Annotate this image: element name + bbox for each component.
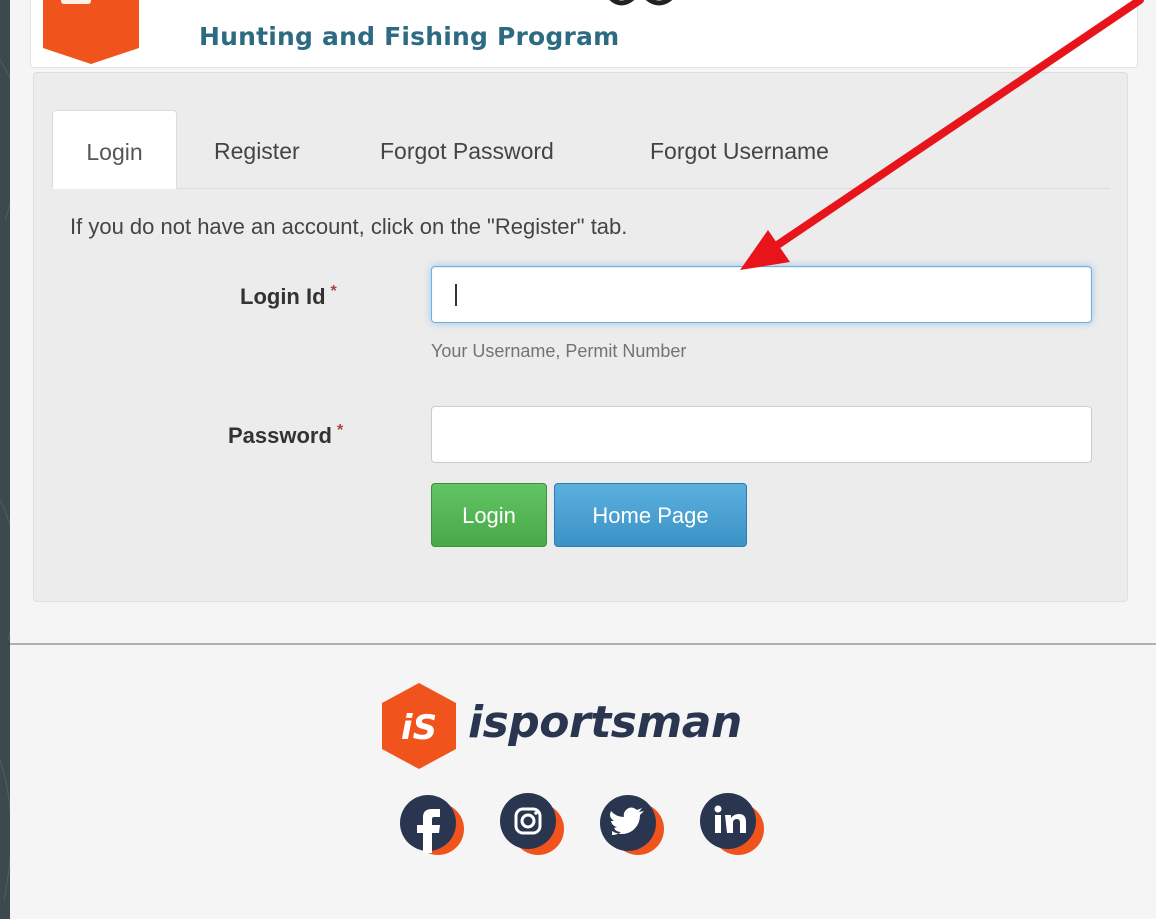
tab-bar: Login Register Forgot Password Forgot Us… — [52, 110, 1110, 189]
login-button[interactable]: Login — [431, 483, 547, 547]
twitter-icon[interactable] — [594, 783, 666, 861]
tab-login[interactable]: Login — [52, 110, 177, 189]
login-panel: Login Register Forgot Password Forgot Us… — [33, 72, 1128, 602]
register-hint: If you do not have an account, click on … — [70, 214, 628, 239]
program-logo — [43, 0, 139, 64]
facebook-icon[interactable] — [394, 783, 466, 861]
password-label-text: Password — [228, 423, 332, 448]
instagram-icon[interactable] — [494, 783, 566, 861]
required-marker: * — [336, 422, 344, 439]
login-id-label: Login Id * — [240, 283, 337, 310]
tab-forgot-username[interactable]: Forgot Username — [650, 110, 829, 188]
program-title: Hunting and Fishing Program — [199, 22, 620, 51]
tab-forgot-password[interactable]: Forgot Password — [380, 110, 554, 188]
isportsman-wordmark: isportsman — [468, 697, 742, 748]
text-cursor — [455, 284, 457, 306]
isportsman-brand[interactable]: iS isportsman — [378, 681, 798, 771]
footer: iS isportsman — [10, 645, 1156, 919]
page: Hunting and Fishing Program Login Regist… — [10, 0, 1156, 919]
brand-mark-text: iS — [401, 708, 437, 748]
tab-register[interactable]: Register — [214, 110, 300, 188]
password-label: Password * — [228, 422, 344, 449]
linkedin-icon[interactable] — [694, 783, 766, 861]
login-id-label-text: Login Id — [240, 284, 326, 309]
login-id-input[interactable] — [431, 266, 1092, 323]
login-id-help: Your Username, Permit Number — [431, 341, 687, 361]
password-input[interactable] — [431, 406, 1092, 463]
home-page-button[interactable]: Home Page — [554, 483, 747, 547]
program-logo-mark — [609, 0, 673, 6]
social-links — [394, 783, 774, 863]
program-header: Hunting and Fishing Program — [30, 0, 1138, 68]
required-marker: * — [330, 283, 337, 300]
isportsman-logo-icon: iS — [382, 683, 456, 769]
